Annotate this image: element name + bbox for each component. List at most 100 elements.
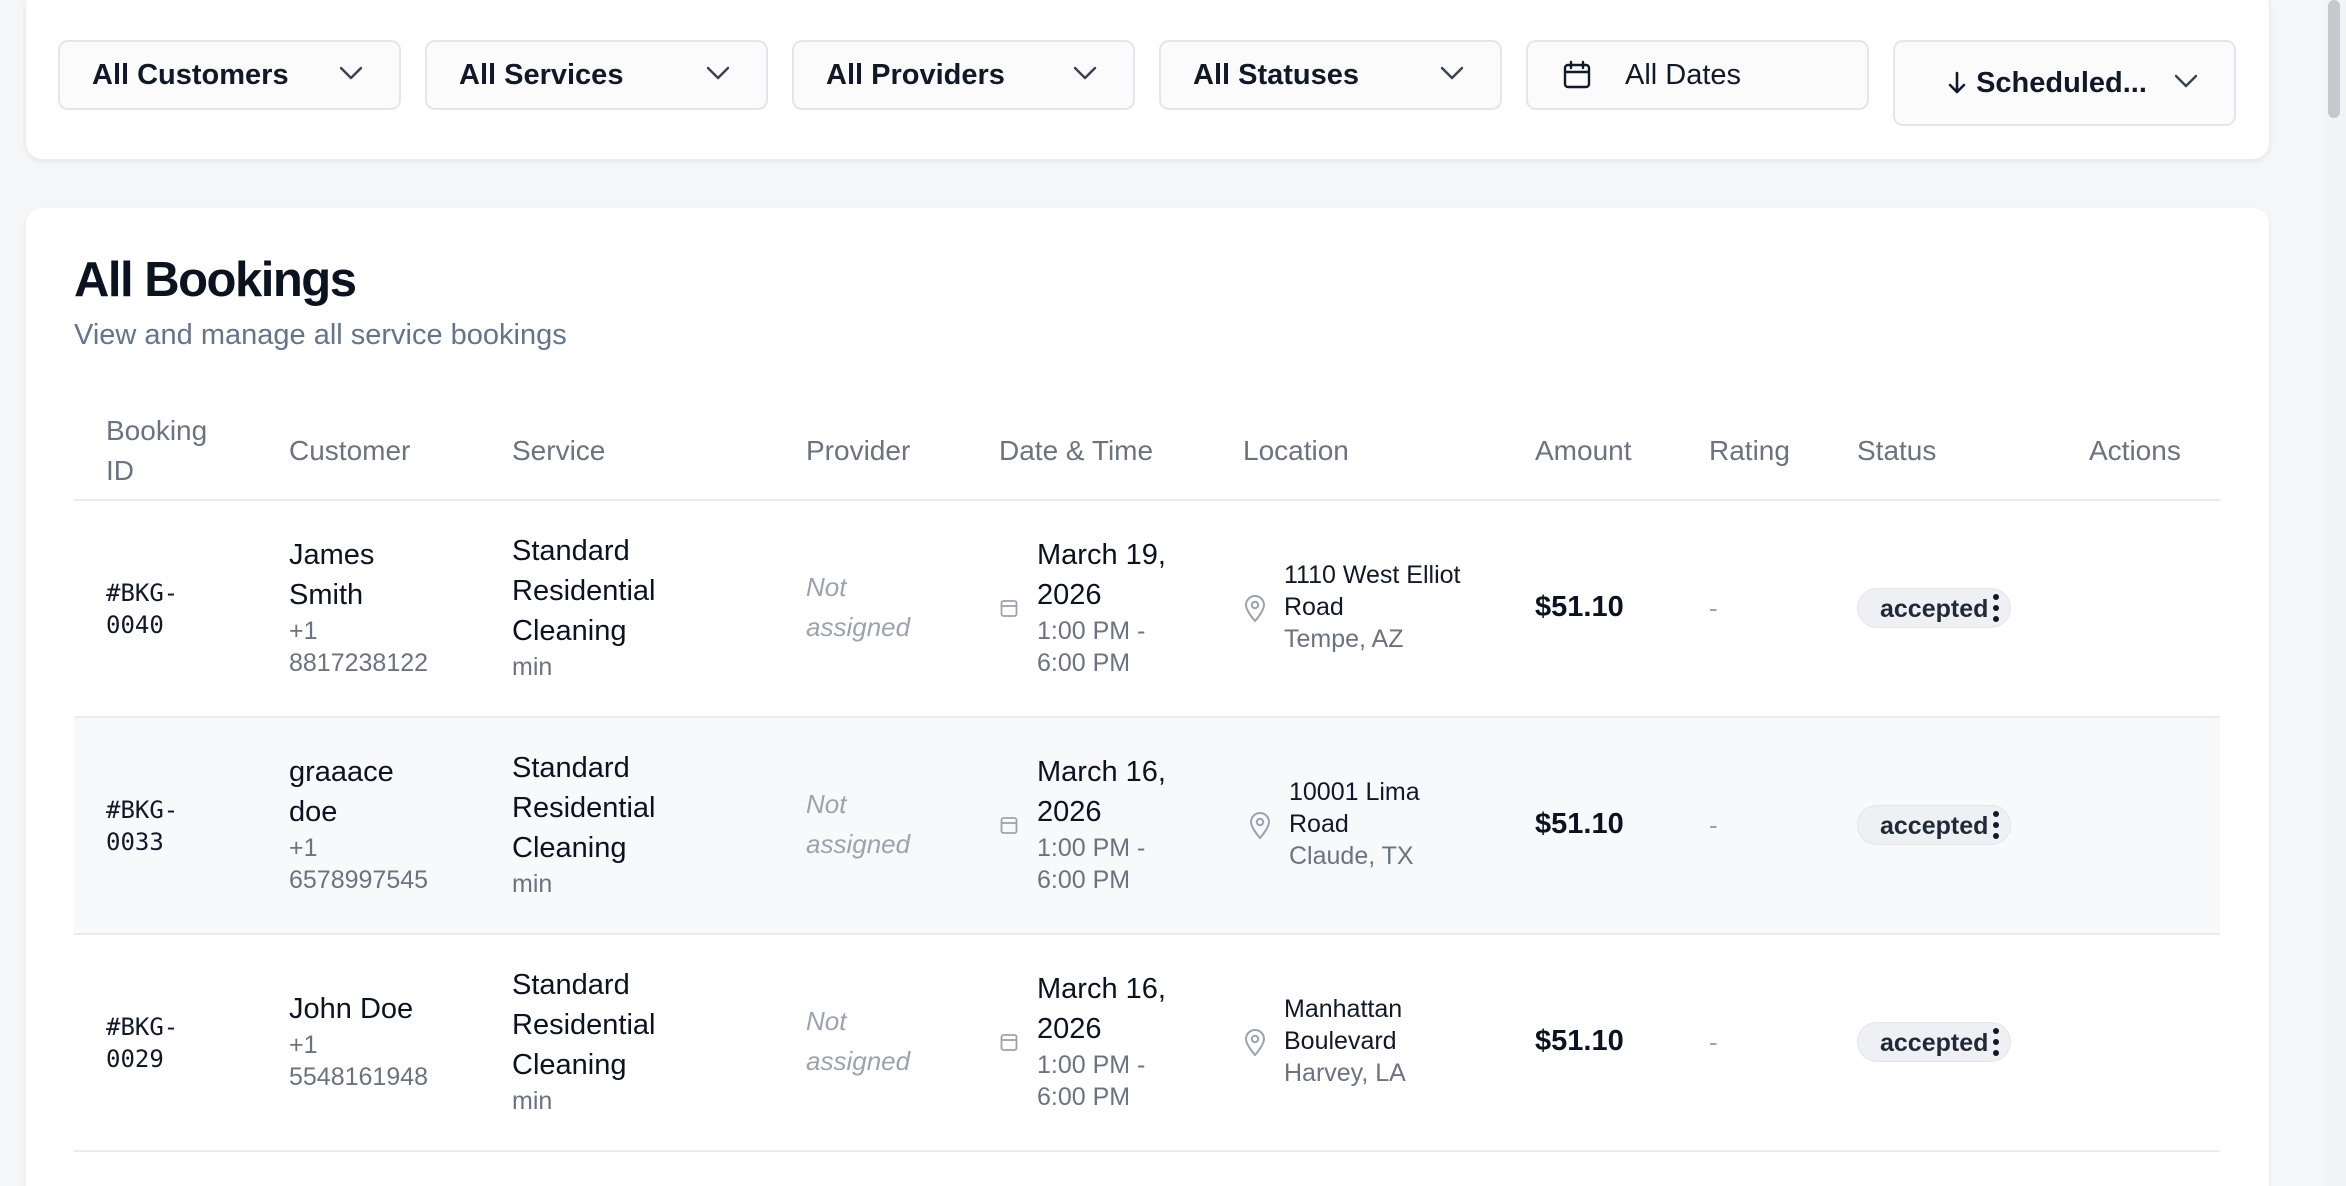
customer-phone: 6578997545: [289, 866, 429, 894]
column-header-booking-id-line2: ID: [106, 455, 134, 486]
column-header-rating[interactable]: Rating: [1709, 431, 1790, 471]
column-header-provider[interactable]: Provider: [806, 431, 910, 471]
column-header-booking-id[interactable]: Booking ID: [106, 411, 207, 491]
date-filter-button[interactable]: All Dates: [1526, 40, 1869, 110]
column-header-customer[interactable]: Customer: [289, 431, 410, 471]
page-scrollbar[interactable]: [2322, 0, 2346, 1186]
customer-last-name: Smith: [289, 579, 364, 611]
customer-phone: 8817238122: [289, 649, 429, 677]
service-filter-dropdown[interactable]: All Services: [425, 40, 768, 110]
calendar-icon: [1000, 817, 1018, 834]
booking-id[interactable]: #BKG- 0033: [106, 794, 178, 858]
page-title: All Bookings: [74, 253, 357, 307]
provider-cell: Not assigned: [806, 784, 910, 864]
booking-id-prefix: #BKG-: [106, 1013, 179, 1041]
location-street-line1: 10001 Lima: [1289, 778, 1420, 806]
amount-value: $51.10: [1535, 1025, 1624, 1057]
service-name-line2: Residential: [512, 575, 656, 607]
scrollbar-thumb[interactable]: [2328, 0, 2340, 118]
sort-dropdown[interactable]: Scheduled...: [1893, 40, 2236, 126]
booking-time-start: 1:00 PM -: [1037, 617, 1146, 645]
calendar-icon: [1000, 600, 1018, 617]
customer-phone: 5548161948: [289, 1063, 429, 1091]
table-row[interactable]: #BKG- 0040 James Smith +1 8817238122 Sta…: [74, 501, 2220, 718]
row-actions-menu-icon[interactable]: [1976, 1022, 2016, 1062]
column-header-location[interactable]: Location: [1243, 431, 1349, 471]
booking-date-line1: March 19,: [1037, 539, 1166, 571]
column-header-booking-id-line1: Booking: [106, 415, 208, 446]
page-subtitle: View and manage all service bookings: [74, 319, 567, 351]
column-header-date-time[interactable]: Date & Time: [999, 431, 1153, 471]
table-row[interactable]: #BKG- 0029 John Doe +1 5548161948 Standa…: [74, 935, 2220, 1152]
customer-name: John Doe: [289, 993, 414, 1025]
column-header-amount[interactable]: Amount: [1535, 431, 1632, 471]
location-street-line2: Road: [1284, 593, 1344, 621]
booking-date-line2: 2026: [1037, 796, 1102, 828]
customer-phone-prefix: +1: [289, 1031, 318, 1059]
booking-id[interactable]: #BKG- 0029: [106, 1011, 178, 1075]
status-filter-label: All Statuses: [1193, 58, 1359, 91]
location-street-line1: Manhattan: [1284, 995, 1403, 1023]
row-actions-menu-icon[interactable]: [1976, 588, 2016, 628]
customer-filter-dropdown[interactable]: All Customers: [58, 40, 401, 110]
customer-phone-prefix: +1: [289, 834, 318, 862]
service-filter-label: All Services: [459, 58, 624, 91]
provider-filter-label: All Providers: [826, 58, 1005, 91]
provider-cell: Not assigned: [806, 1001, 910, 1081]
booking-id-number: 0029: [106, 1045, 164, 1073]
rating-value: -: [1709, 810, 1718, 840]
service-name-line3: Cleaning: [512, 1049, 627, 1081]
date-time-cell: March 16, 2026 1:00 PM - 6:00 PM: [1037, 752, 1166, 896]
sort-label: Scheduled...: [1976, 66, 2147, 99]
customer-cell: John Doe +1 5548161948: [289, 989, 428, 1093]
map-pin-icon: [1244, 1029, 1266, 1057]
service-name-line1: Standard: [512, 752, 630, 784]
location-cell: Manhattan Boulevard Harvey, LA: [1284, 993, 1406, 1089]
map-pin-icon: [1244, 595, 1266, 623]
chevron-down-icon: [706, 66, 730, 80]
table-row[interactable]: #BKG- 0033 graaace doe +1 6578997545 Sta…: [74, 718, 2220, 935]
provider-status-line2: assigned: [806, 1046, 911, 1076]
arrow-down-icon: [1948, 71, 1966, 94]
rating-value: -: [1709, 1027, 1718, 1057]
customer-first-name: graaace: [289, 756, 394, 788]
column-header-status[interactable]: Status: [1857, 431, 1936, 471]
service-name-line2: Residential: [512, 792, 656, 824]
booking-time-start: 1:00 PM -: [1037, 834, 1146, 862]
column-header-service[interactable]: Service: [512, 431, 605, 471]
location-cell: 10001 Lima Road Claude, TX: [1289, 776, 1420, 872]
service-duration: min: [512, 870, 553, 898]
chevron-down-icon: [1073, 66, 1097, 80]
chevron-down-icon: [339, 66, 363, 80]
provider-status-line1: Not: [806, 1006, 847, 1036]
booking-time-end: 6:00 PM: [1037, 866, 1131, 894]
service-duration: min: [512, 653, 553, 681]
amount-value: $51.10: [1535, 591, 1624, 623]
chevron-down-icon: [1440, 66, 1464, 80]
booking-time-start: 1:00 PM -: [1037, 1051, 1146, 1079]
booking-date-line2: 2026: [1037, 1013, 1102, 1045]
service-name-line3: Cleaning: [512, 832, 627, 864]
row-actions-menu-icon[interactable]: [1976, 805, 2016, 845]
status-filter-dropdown[interactable]: All Statuses: [1159, 40, 1502, 110]
service-cell: Standard Residential Cleaning min: [512, 748, 655, 900]
provider-filter-dropdown[interactable]: All Providers: [792, 40, 1135, 110]
customer-cell: graaace doe +1 6578997545: [289, 752, 428, 896]
provider-cell: Not assigned: [806, 567, 910, 647]
provider-status-line1: Not: [806, 789, 847, 819]
booking-id-number: 0033: [106, 828, 164, 856]
rating-value: -: [1709, 593, 1718, 623]
booking-time-end: 6:00 PM: [1037, 1083, 1131, 1111]
booking-date-line1: March 16,: [1037, 973, 1166, 1005]
booking-id[interactable]: #BKG- 0040: [106, 577, 178, 641]
map-pin-icon: [1249, 812, 1271, 840]
location-street-line2: Boulevard: [1284, 1027, 1397, 1055]
location-city: Tempe, AZ: [1284, 625, 1404, 653]
date-time-cell: March 19, 2026 1:00 PM - 6:00 PM: [1037, 535, 1166, 679]
location-street-line1: 1110 West Elliot: [1284, 561, 1461, 589]
amount-value: $51.10: [1535, 808, 1624, 840]
calendar-icon: [1000, 1034, 1018, 1051]
date-time-cell: March 16, 2026 1:00 PM - 6:00 PM: [1037, 969, 1166, 1113]
service-name-line1: Standard: [512, 969, 630, 1001]
service-name-line1: Standard: [512, 535, 630, 567]
